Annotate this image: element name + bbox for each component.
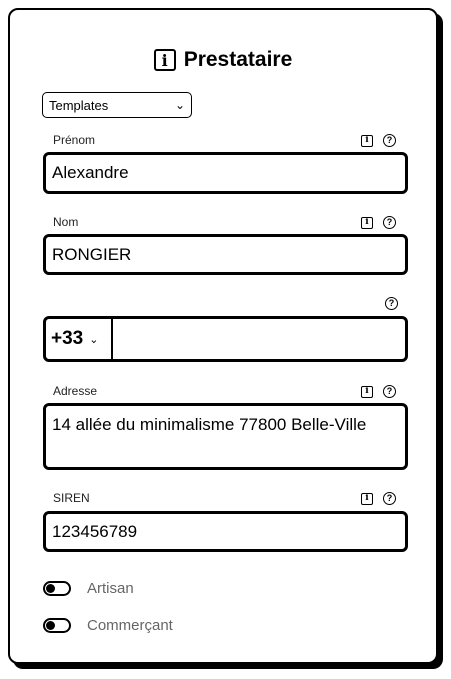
nom-label: Nom bbox=[53, 215, 79, 229]
switch-knob bbox=[46, 584, 55, 593]
country-code-select[interactable]: +33 ⌄ bbox=[46, 319, 113, 359]
prenom-field[interactable]: Alexandre bbox=[43, 152, 408, 194]
artisan-switch[interactable] bbox=[43, 581, 71, 596]
form-header: i Prestataire bbox=[10, 48, 436, 72]
prenom-label: Prénom bbox=[53, 133, 96, 147]
switch-knob bbox=[46, 621, 55, 630]
prenom-value: Alexandre bbox=[52, 163, 129, 182]
templates-select[interactable]: Templates ⌄ bbox=[42, 92, 192, 118]
info-icon[interactable]: i bbox=[361, 385, 373, 398]
prenom-icons: i ? bbox=[361, 134, 396, 147]
artisan-label: Artisan bbox=[87, 580, 134, 597]
help-icon[interactable]: ? bbox=[383, 385, 396, 398]
help-icon[interactable]: ? bbox=[385, 297, 398, 310]
info-icon[interactable]: i bbox=[361, 216, 373, 229]
info-icon[interactable]: i bbox=[361, 492, 373, 505]
templates-select-value: Templates bbox=[49, 97, 109, 113]
adresse-value: 14 allée du minimalisme 77800 Belle-Vill… bbox=[52, 415, 367, 434]
siren-value: 123456789 bbox=[52, 521, 138, 541]
siren-field[interactable]: 123456789 bbox=[43, 511, 408, 552]
phone-number-input[interactable] bbox=[113, 319, 405, 359]
info-icon[interactable]: i bbox=[361, 134, 373, 147]
commercant-label: Commerçant bbox=[87, 617, 173, 634]
nom-field[interactable]: RONGIER bbox=[43, 234, 408, 275]
help-icon[interactable]: ? bbox=[383, 134, 396, 147]
chevron-down-icon: ⌄ bbox=[89, 333, 99, 346]
siren-label: SIREN bbox=[53, 491, 90, 505]
adresse-icons: i ? bbox=[361, 385, 396, 398]
adresse-label: Adresse bbox=[53, 384, 98, 398]
country-code-value: +33 bbox=[51, 328, 84, 349]
phone-field: +33 ⌄ bbox=[43, 316, 408, 362]
form-card: i Prestataire Templates ⌄ Prénom i ? Ale… bbox=[8, 8, 438, 664]
help-icon[interactable]: ? bbox=[383, 216, 396, 229]
phone-icons: ? bbox=[385, 297, 398, 310]
nom-icons: i ? bbox=[361, 216, 396, 229]
toggle-commercant[interactable]: Commerçant bbox=[43, 617, 173, 634]
chevron-down-icon: ⌄ bbox=[174, 98, 185, 112]
info-icon: i bbox=[153, 49, 176, 71]
toggle-artisan[interactable]: Artisan bbox=[43, 580, 134, 597]
page-title: Prestataire bbox=[183, 48, 293, 71]
nom-value: RONGIER bbox=[52, 244, 132, 264]
commercant-switch[interactable] bbox=[43, 618, 71, 633]
adresse-field[interactable]: 14 allée du minimalisme 77800 Belle-Vill… bbox=[43, 403, 408, 470]
help-icon[interactable]: ? bbox=[383, 492, 396, 505]
siren-icons: i ? bbox=[361, 492, 396, 505]
